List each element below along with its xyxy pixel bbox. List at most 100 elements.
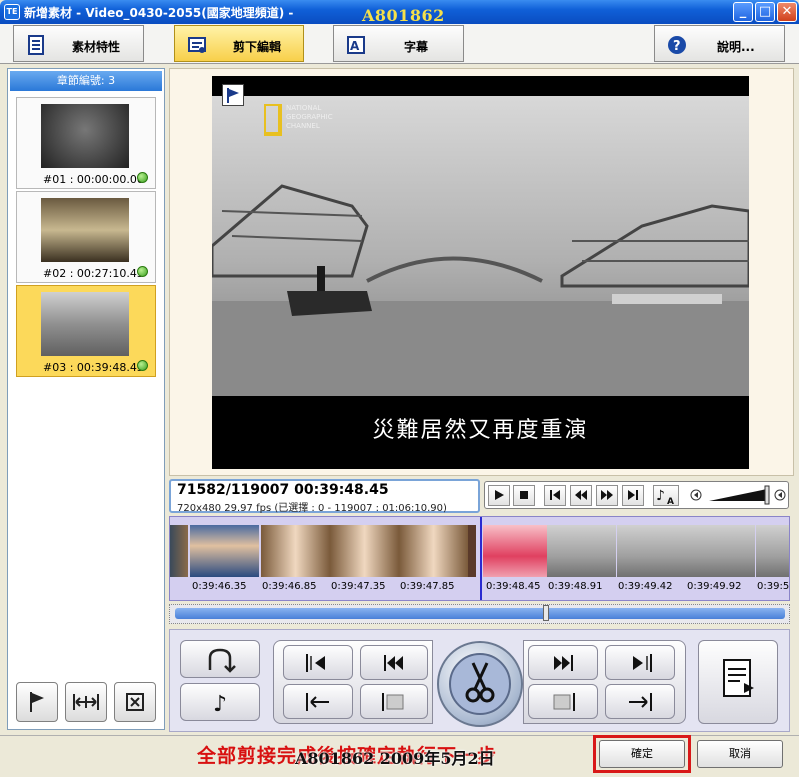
next-cut-button[interactable] [528,645,598,680]
chapter-thumbnail [41,104,129,168]
watermark-top: A801862 [362,6,445,25]
fast-forward-button[interactable] [596,485,618,506]
title-bar: TE 新增素材 - Video_0430-2055(國家地理頻道) - A801… [0,0,799,25]
timeline-frame-selected [483,525,552,577]
timeline-timestamp: 0:39:47.35 [331,581,386,592]
status-dot-icon [137,360,148,371]
tab-label: 字幕 [404,40,429,54]
tab-bar: 素材特性 剪下編輯 A 字幕 ? 說明... [0,24,799,64]
remove-after-button[interactable] [528,684,598,719]
timeline-frame [547,525,616,577]
next-frame-button[interactable] [622,485,644,506]
tab-subtitle[interactable]: A 字幕 [333,25,464,62]
set-end-button[interactable] [605,645,675,680]
remove-before-button[interactable] [360,684,428,719]
timeline-timestamp: 0:39:46.85 [262,581,317,592]
svg-text:♪: ♪ [213,692,227,717]
svg-text:A: A [350,39,360,53]
audio-track-button[interactable]: ♪ A [653,485,679,507]
timeline-scrollbar[interactable] [169,604,790,624]
chapter-label: #01 : 00:00:00.00 [43,173,144,186]
audio-button[interactable]: ♪ [180,683,260,721]
close-button[interactable]: ✕ [777,2,797,22]
split-chapter-button[interactable] [65,682,107,722]
add-chapter-button[interactable] [16,682,58,722]
timeline-timestamp: 0:39:50 [757,581,790,592]
mark-out-icon [633,654,652,672]
cut-list-icon [723,659,754,697]
cut-list-button[interactable] [698,640,778,724]
rewind-button[interactable] [570,485,592,506]
timeline-strip[interactable]: 0:39:46.35 0:39:46.85 0:39:47.35 0:39:47… [169,516,790,601]
ok-button[interactable]: 確定 [599,740,685,768]
video-details: 720x480 29.97 fps (已選擇 : 0 - 119007 : 01… [177,503,447,514]
delete-chapter-button[interactable] [114,682,156,722]
set-start-button[interactable] [283,645,353,680]
tab-cut-edit[interactable]: 剪下編輯 [174,25,304,62]
cut-after-icon [629,693,652,711]
status-dot-icon [137,266,148,277]
mark-in-icon [306,654,325,672]
app-icon: TE [4,4,20,20]
watermark-bottom: A801862 2009年5月2日 [295,749,495,768]
undo-button[interactable] [180,640,260,678]
video-preview[interactable]: NATIONAL GEOGRAPHIC CHANNEL 災難居然又再度重演 [212,76,749,469]
stop-button[interactable] [513,485,535,506]
scrollbar-thumb[interactable] [543,605,549,621]
play-icon [495,490,504,500]
scrollbar-track [175,605,785,621]
svg-text:♪: ♪ [656,488,665,504]
timeline-frame [686,525,755,577]
document-icon [28,35,44,55]
video-subtitle: 災難居然又再度重演 [372,418,589,443]
svg-text:?: ? [673,39,681,54]
remove-before-icon [382,693,404,711]
forward-cut-icon [554,655,573,671]
chapter-item-selected[interactable]: #03 : 00:39:48.45 [16,285,156,377]
rewind-icon [575,490,587,500]
play-button[interactable] [488,485,510,506]
timeline-frame [756,525,789,577]
chapter-label: #02 : 00:27:10.43 [43,267,144,280]
maximize-button[interactable]: □ [755,2,775,22]
chapter-item[interactable]: #02 : 00:27:10.43 [16,191,156,283]
cancel-button[interactable]: 取消 [697,740,783,768]
chapter-panel: 章節編號: 3 #01 : 00:00:00.00 #02 : 00:27:10… [7,68,165,730]
svg-text:A: A [667,497,674,505]
chapter-count-header: 章節編號: 3 [10,71,162,91]
preview-flag-icon[interactable] [222,84,244,106]
tab-label: 剪下編輯 [233,40,282,54]
timeline-timestamp: 0:39:48.45 [486,581,541,592]
timeline-timestamp: 0:39:48.91 [548,581,603,592]
chapter-thumbnail [41,198,129,262]
cut-edit-icon [188,37,206,53]
delete-icon [126,693,144,711]
logo-text-line: CHANNEL [286,122,320,130]
tab-help[interactable]: ? 說明... [654,25,785,62]
prev-cut-button[interactable] [360,645,428,680]
flag-icon [30,692,44,712]
position-info-box: 71582/119007 00:39:48.45 720x480 29.97 f… [169,479,480,514]
cut-before-icon [306,693,329,711]
minimize-button[interactable]: _ [733,2,753,22]
cut-after-button[interactable] [605,684,675,719]
logo-text-line: NATIONAL [286,104,322,112]
window-title: 新增素材 - Video_0430-2055(國家地理頻道) - [24,6,294,20]
chapter-item[interactable]: #01 : 00:00:00.00 [16,97,156,189]
tab-properties[interactable]: 素材特性 [13,25,144,62]
status-dot-icon [137,172,148,183]
music-note-icon: ♪ [213,692,227,717]
help-icon: ? [668,36,686,54]
undo-icon [208,648,236,673]
cut-button[interactable] [437,641,523,727]
timeline-timestamp: 0:39:47.85 [400,581,455,592]
timeline-frame [617,525,686,577]
timeline-playhead[interactable] [480,517,482,600]
fast-forward-icon [601,490,613,500]
prev-frame-button[interactable] [544,485,566,506]
volume-slider[interactable] [689,483,787,507]
timeline-timestamp: 0:39:49.92 [687,581,742,592]
cut-before-button[interactable] [283,684,353,719]
timeline-frame [330,525,399,577]
subtitle-icon: A [347,36,365,54]
